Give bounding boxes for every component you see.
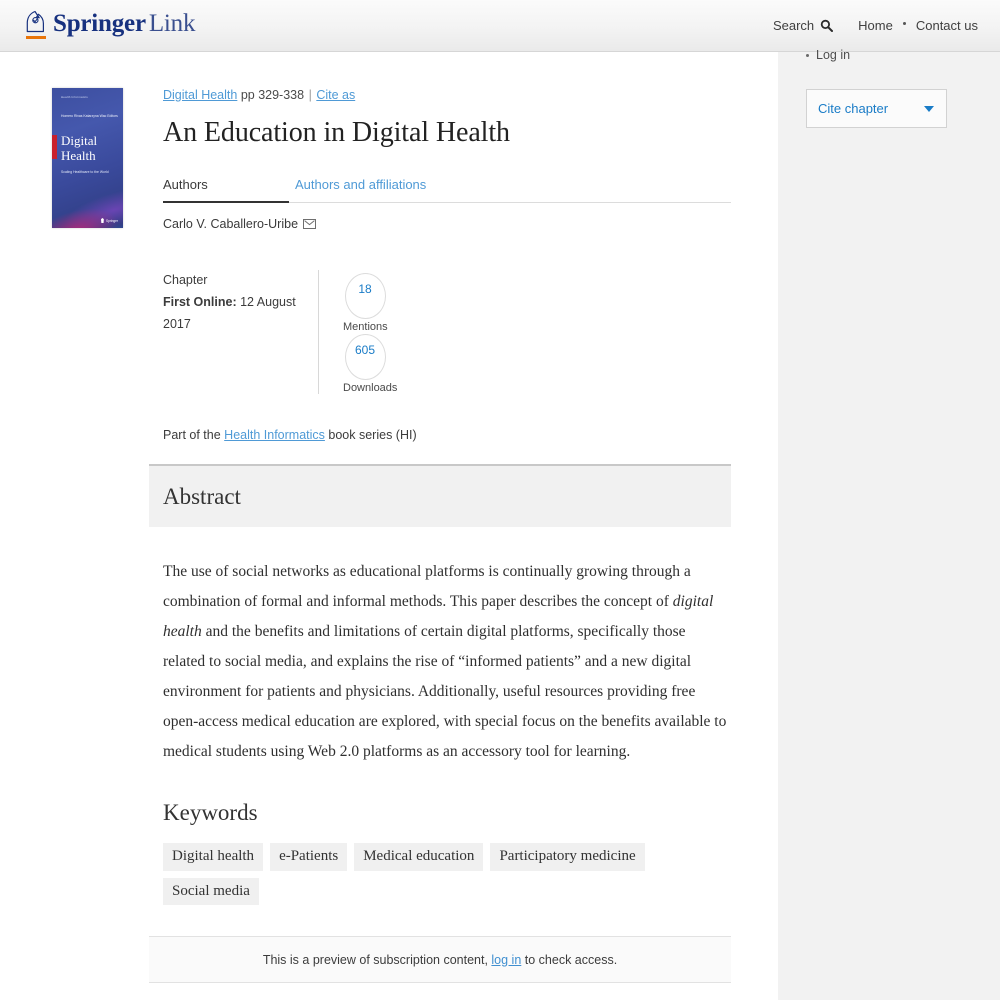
cover-subtitle-text: Scaling Healthcare to the World [61,170,109,174]
nav-contact-link[interactable]: Contact us [916,18,978,33]
cover-red-accent [52,135,57,159]
abstract-text: The use of social networks as educationa… [163,557,729,767]
metric-downloads[interactable]: 605 Downloads [343,334,398,395]
cite-as-link[interactable]: Cite as [316,88,355,102]
metric-caption: Downloads [343,382,398,395]
logo-orange-underline [26,36,46,39]
abstract-part-2: and the benefits and limitations of cert… [163,622,727,760]
search-button[interactable]: Search [772,18,834,33]
metric-caption: Mentions [343,321,388,334]
keywords-heading: Keywords [163,800,258,825]
logo-wordmark: Springer Link [53,11,195,36]
author-name[interactable]: Carlo V. Caballero-Uribe [163,217,298,231]
keyword-chip[interactable]: e-Patients [270,843,348,871]
tab-authors[interactable]: Authors [163,177,295,204]
breadcrumb: Digital Health pp 329-338 | Cite as [163,88,731,103]
preview-text-after: to check access. [524,952,618,967]
breadcrumb-pages: pp 329-338 [240,88,305,102]
series-prefix: Part of the [163,428,221,443]
chapter-main-column: Digital Health pp 329-338 | Cite as An E… [163,88,731,442]
metrics-panel: 18 Mentions 605 Downloads [318,270,398,395]
cover-publisher: Springer [100,218,118,223]
author-list: Carlo V. Caballero-Uribe [163,217,731,231]
nav-separator-dot [902,22,906,25]
metric-value: 18 [358,282,372,297]
metric-mentions[interactable]: 18 Mentions [343,273,388,334]
cover-title-text: Digital Health [61,133,97,163]
logo-link-text: Link [148,9,196,37]
chapter-meta-text: Chapter First Online: 12 August 2017 [163,270,318,336]
header-nav: Search Home Contact us [773,18,978,33]
book-cover-image[interactable]: Health Informatics Homero Rivas Katarzyn… [52,88,123,228]
nav-home-link[interactable]: Home [858,18,893,33]
springerlink-chapter-page: Springer Link Search Home Contact us Log … [0,0,1000,1000]
first-online-label: First Online: [163,295,237,310]
cover-title-line1: Digital [61,133,98,148]
search-icon [820,19,834,32]
site-header: Springer Link Search Home Contact us [0,0,1000,52]
abstract-section-header: Abstract [149,464,731,527]
search-label: Search [772,18,815,33]
login-bullet-icon [806,53,809,57]
cover-series-text: Health Informatics [61,95,88,99]
cover-editors-text: Homero Rivas Katarzyna Wac Editors [61,114,118,118]
series-link[interactable]: Health Informatics [224,428,325,442]
preview-login-link[interactable]: log in [491,953,521,967]
cover-publisher-text: Springer [105,218,118,223]
series-suffix: book series (HI) [328,428,417,443]
chevron-down-icon [924,105,934,112]
keyword-chip[interactable]: Medical education [354,843,484,871]
logo-springer-text: Springer [53,9,146,37]
subscription-preview-banner: This is a preview of subscription conten… [149,936,731,983]
breadcrumb-separator: | [308,88,312,102]
breadcrumb-book-link[interactable]: Digital Health [163,88,237,102]
keyword-chip[interactable]: Digital health [163,843,264,871]
metric-bubble: 605 [344,334,386,381]
springer-knight-icon [24,10,48,40]
springerlink-logo[interactable]: Springer Link [24,8,195,42]
login-row[interactable]: Log in [806,48,850,62]
book-series-line: Part of the Health Informatics book seri… [163,428,731,442]
right-sidebar-background [778,52,1000,1000]
chapter-type-label: Chapter [163,273,208,288]
cover-title-line2: Health [61,148,96,164]
keywords-list: Digital health e-Patients Medical educat… [163,843,743,905]
login-link[interactable]: Log in [816,48,850,62]
metric-value: 605 [354,343,376,358]
envelope-icon[interactable] [303,219,317,230]
author-tabs: Authors Authors and affiliations [163,177,731,204]
springer-knight-mini-icon [101,218,104,223]
keyword-chip[interactable]: Participatory medicine [490,843,645,871]
first-online-row: First Online: 12 August 2017 [163,292,318,336]
tab-authors-and-affiliations[interactable]: Authors and affiliations [295,177,426,202]
cite-chapter-label: Cite chapter [818,101,889,116]
abstract-part-1: The use of social networks as educationa… [163,562,691,610]
abstract-heading: Abstract [163,484,241,509]
chapter-meta-row: Chapter First Online: 12 August 2017 18 … [163,270,731,395]
preview-text-before: This is a preview of subscription conten… [262,952,488,967]
keyword-chip[interactable]: Social media [163,877,259,905]
metric-bubble: 18 [344,273,386,320]
page-title: An Education in Digital Health [163,117,510,148]
cite-chapter-dropdown[interactable]: Cite chapter [806,89,947,128]
